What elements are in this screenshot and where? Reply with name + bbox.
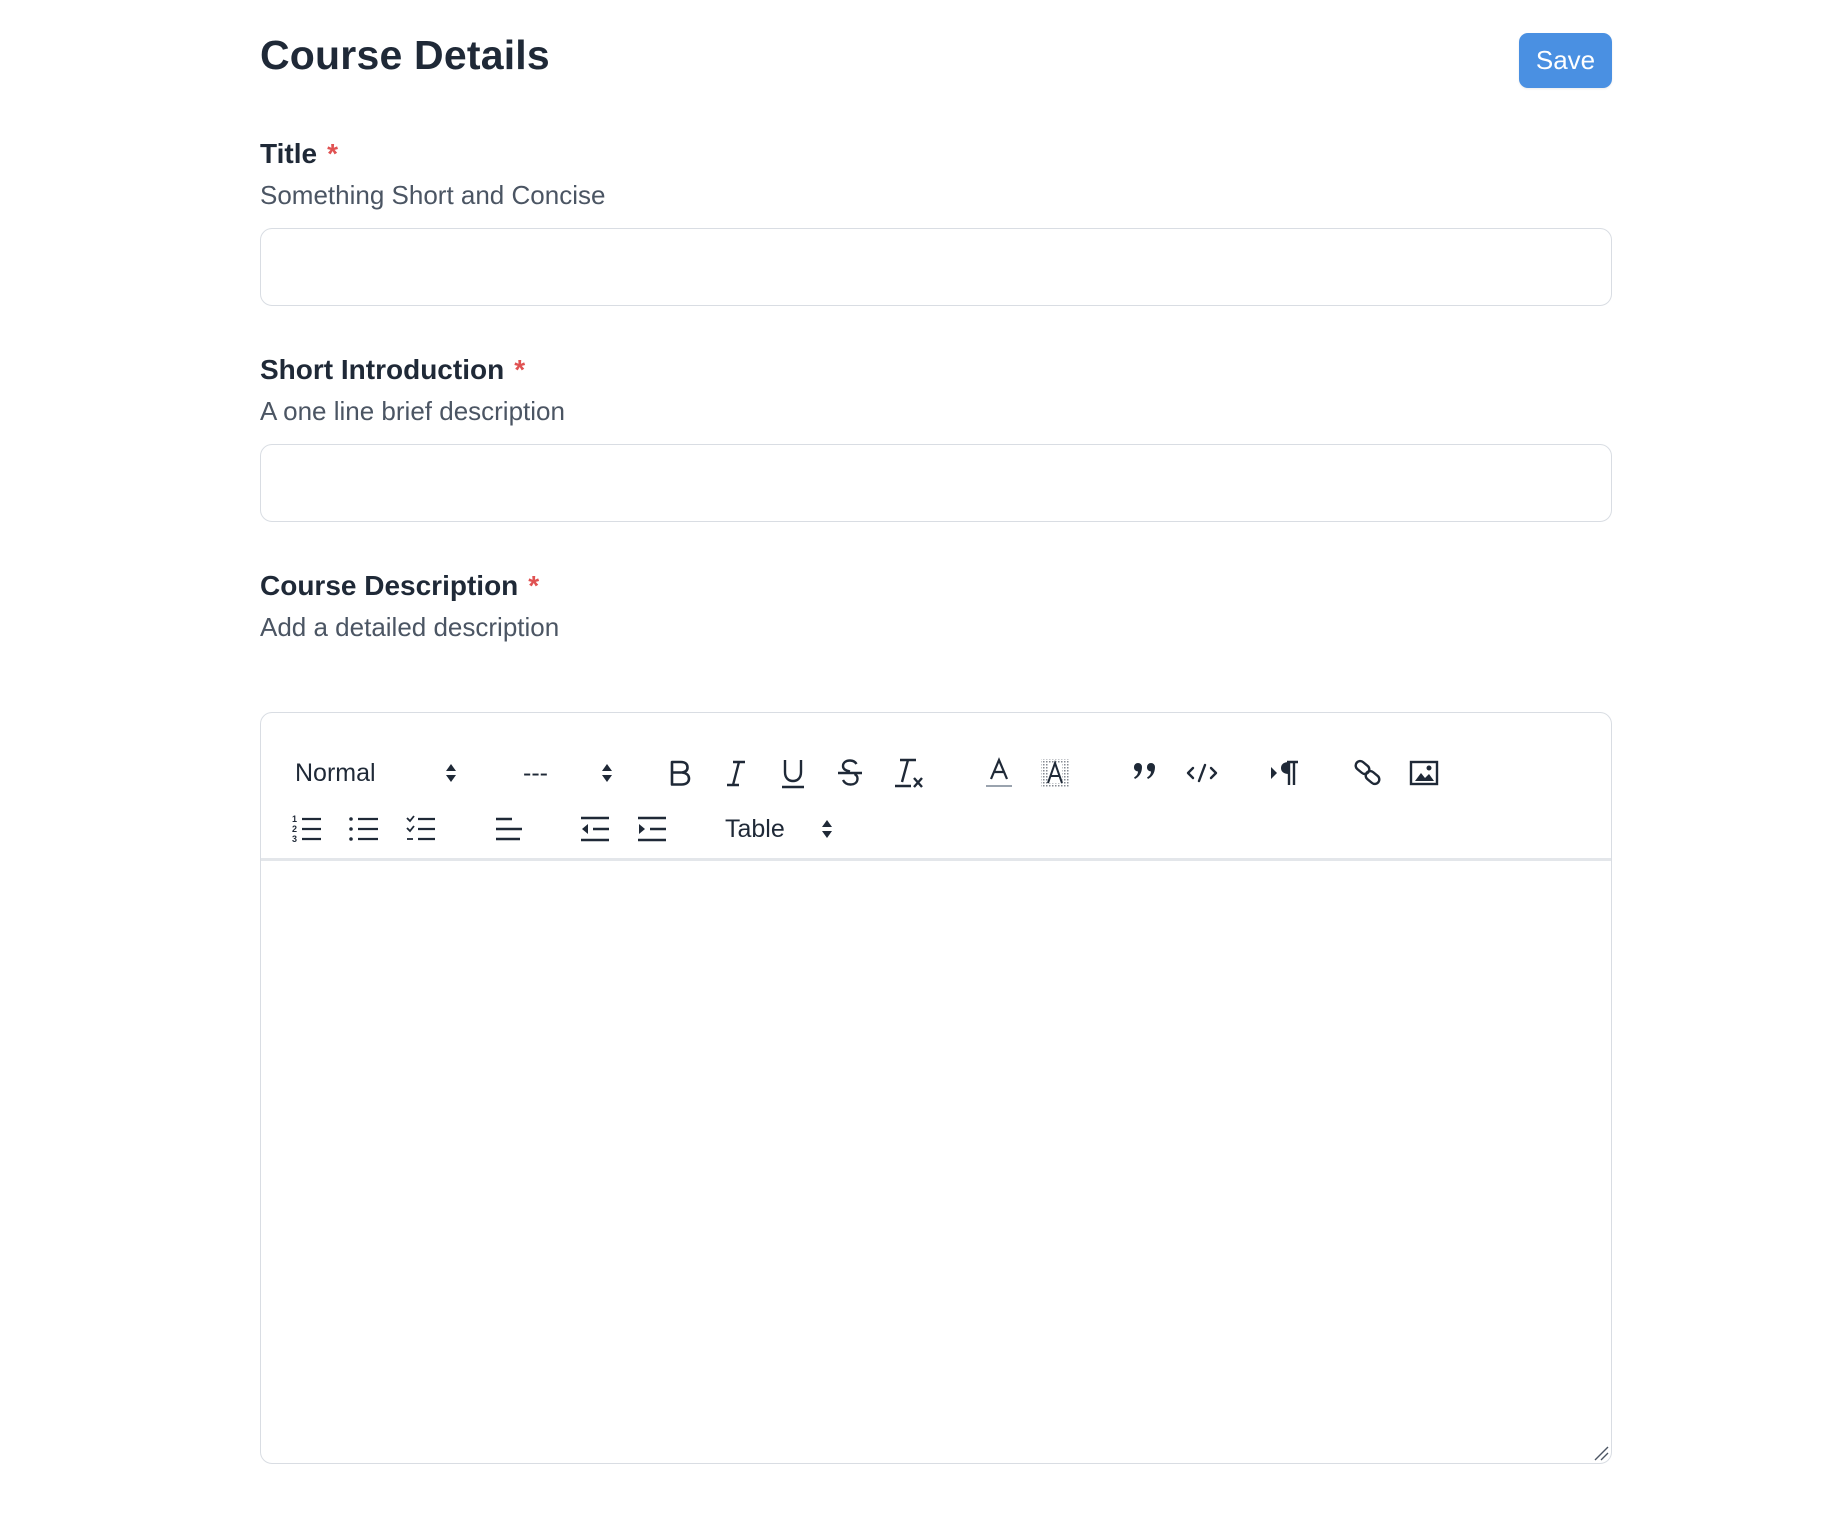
link-icon[interactable] xyxy=(1350,753,1386,793)
required-marker: * xyxy=(514,354,526,385)
background-color-icon[interactable] xyxy=(1037,753,1073,793)
short-intro-input[interactable] xyxy=(260,444,1612,522)
rich-text-editor: Normal --- 1 2 3 Table xyxy=(260,712,1612,1464)
heading-select[interactable]: Normal xyxy=(295,753,457,793)
sort-arrows-icon xyxy=(822,820,832,838)
page-header: Course Details Save xyxy=(260,0,1612,120)
strikethrough-icon[interactable] xyxy=(832,753,868,793)
font-size-select-value: --- xyxy=(523,758,548,787)
required-marker: * xyxy=(327,138,338,169)
italic-icon[interactable] xyxy=(718,753,754,793)
description-label-text: Course Description xyxy=(260,570,519,601)
sort-arrows-icon xyxy=(602,764,612,782)
short-intro-field: Short Introduction * A one line brief des… xyxy=(260,352,1612,522)
svg-text:2: 2 xyxy=(292,824,297,834)
short-intro-hint: A one line brief description xyxy=(260,396,565,426)
bold-icon[interactable] xyxy=(661,753,697,793)
text-direction-icon[interactable] xyxy=(1266,753,1306,793)
description-editor-area[interactable] xyxy=(261,861,1611,1463)
svg-text:1: 1 xyxy=(292,814,297,824)
title-label: Title * xyxy=(260,136,1612,172)
underline-icon[interactable] xyxy=(775,753,811,793)
course-details-form: Course Details Save Title * Something Sho… xyxy=(260,0,1612,1464)
svg-text:3: 3 xyxy=(292,834,297,844)
table-select-value: Table xyxy=(725,814,785,843)
description-field: Course Description * Add a detailed descr… xyxy=(260,568,1612,645)
resize-handle-icon[interactable] xyxy=(1593,1445,1609,1461)
blockquote-icon[interactable] xyxy=(1127,753,1163,793)
short-intro-label: Short Introduction * xyxy=(260,352,1612,388)
title-label-text: Title xyxy=(260,138,318,169)
title-hint: Something Short and Concise xyxy=(260,180,606,210)
code-block-icon[interactable] xyxy=(1182,753,1222,793)
save-button[interactable]: Save xyxy=(1519,33,1612,88)
short-intro-label-text: Short Introduction xyxy=(260,354,505,385)
outdent-icon[interactable] xyxy=(577,809,613,849)
title-input[interactable] xyxy=(260,228,1612,306)
editor-toolbar: Normal --- 1 2 3 Table xyxy=(261,713,1611,861)
check-list-icon[interactable] xyxy=(403,809,439,849)
indent-icon[interactable] xyxy=(634,809,670,849)
sort-arrows-icon xyxy=(446,764,456,782)
title-field: Title * Something Short and Concise xyxy=(260,136,1612,306)
required-marker: * xyxy=(528,570,540,601)
description-label: Course Description * xyxy=(260,568,1612,604)
font-size-select[interactable]: --- xyxy=(523,753,613,793)
table-select[interactable]: Table xyxy=(725,809,833,849)
align-left-icon[interactable] xyxy=(491,809,527,849)
description-hint: Add a detailed description xyxy=(260,612,560,642)
page-title: Course Details xyxy=(260,32,550,78)
bullet-list-icon[interactable] xyxy=(346,809,382,849)
ordered-list-icon[interactable]: 123 xyxy=(289,809,325,849)
image-icon[interactable] xyxy=(1406,753,1442,793)
heading-select-value: Normal xyxy=(295,758,376,787)
clear-format-icon[interactable] xyxy=(888,753,928,793)
text-color-icon[interactable] xyxy=(981,753,1017,793)
